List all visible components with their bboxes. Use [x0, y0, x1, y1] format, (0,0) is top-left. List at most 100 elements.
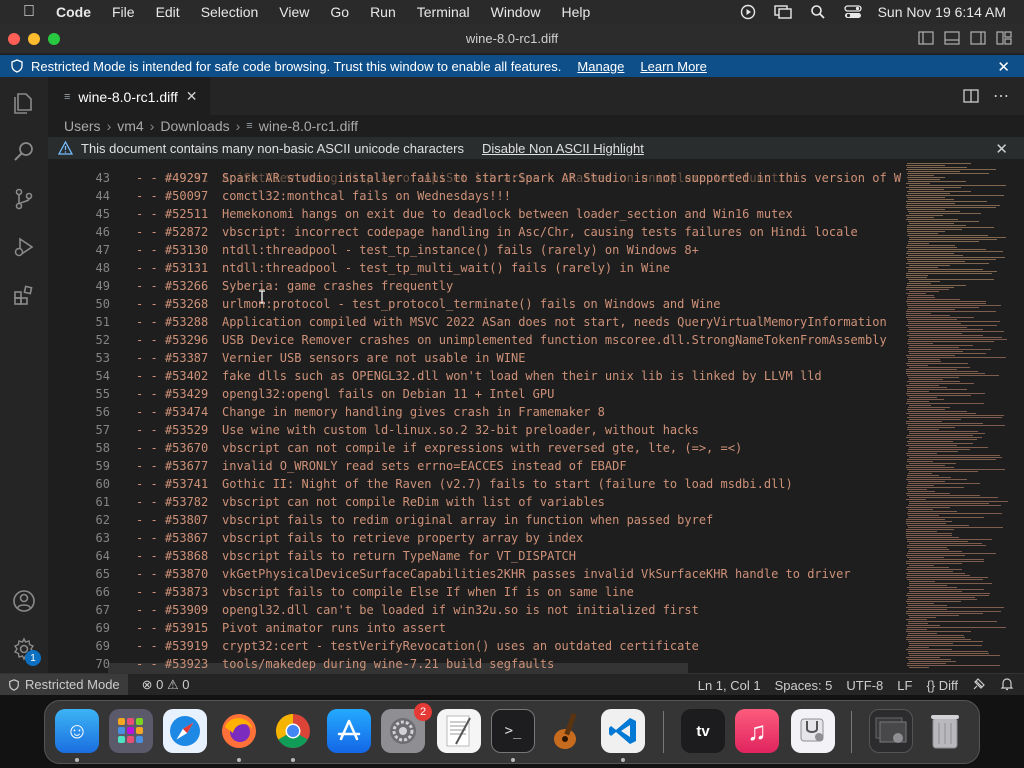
diff-line[interactable]: 50 - - #53268 urlmon:protocol - test_proto… [48, 295, 904, 313]
extensions-icon[interactable] [12, 283, 36, 307]
diff-line[interactable]: 46 - - #52872 vbscript: incorrect codepage… [48, 223, 904, 241]
diff-line[interactable]: 63 - - #53867 vbscript fails to retrieve p… [48, 529, 904, 547]
diff-line[interactable]: 59 - - #53677 invalid O_WRONLY read sets e… [48, 457, 904, 475]
breadcrumb-vm4[interactable]: vm4 [117, 118, 143, 134]
eol-status[interactable]: LF [897, 678, 912, 693]
diff-line[interactable]: 48 - - #53131 ntdll:threadpool - test_tp_m… [48, 259, 904, 277]
menu-view[interactable]: View [279, 4, 309, 20]
diff-line[interactable]: 58 - - #53670 vbscript can not compile if … [48, 439, 904, 457]
customize-layout-icon[interactable] [996, 31, 1014, 47]
diff-line[interactable]: 65 - - #53870 vkGetPhysicalDeviceSurfaceCa… [48, 565, 904, 583]
language-mode-status[interactable]: {} Diff [926, 678, 958, 693]
minimap[interactable] [904, 159, 1010, 673]
diff-line[interactable]: 61 - - #53782 vbscript can not compile ReD… [48, 493, 904, 511]
breadcrumb-downloads[interactable]: Downloads [160, 118, 229, 134]
breadcrumb-file[interactable]: wine-8.0-rc1.diff [259, 118, 358, 134]
diff-line[interactable]: 49 - - #53266 Syberia: game crashes freque… [48, 277, 904, 295]
music-icon[interactable]: ♫ [735, 709, 779, 753]
cursor-position[interactable]: Ln 1, Col 1 [698, 678, 761, 693]
toggle-panel-icon[interactable] [944, 31, 962, 47]
firefox-icon[interactable] [217, 709, 261, 753]
menu-selection[interactable]: Selection [201, 4, 259, 20]
diff-line[interactable]: 44 - - #50097 comctl32:monthcal fails on W… [48, 187, 904, 205]
close-tab-icon[interactable]: ✕ [186, 88, 198, 105]
menu-edit[interactable]: Edit [156, 4, 180, 20]
menu-help[interactable]: Help [561, 4, 590, 20]
finder-icon[interactable]: ☺ [55, 709, 99, 753]
problems-status[interactable]: ⊗ 0 ⚠ 0 [142, 677, 190, 693]
editor-text-area[interactable]: - - #49231 ApiSetView wrong display of Ap… [48, 159, 904, 673]
trash-icon[interactable] [923, 709, 967, 753]
tab-wine-diff[interactable]: ≡ wine-8.0-rc1.diff ✕ [48, 77, 210, 115]
minimap-line [907, 309, 955, 310]
launchpad-icon[interactable] [109, 709, 153, 753]
minimap-line [906, 487, 964, 488]
diff-line[interactable]: 52 - - #53296 USB Device Remover crashes o… [48, 331, 904, 349]
split-editor-icon[interactable] [962, 88, 980, 104]
diff-line[interactable]: 60 - - #53741 Gothic II: Night of the Rave… [48, 475, 904, 493]
play-circle-icon[interactable] [739, 4, 757, 20]
zoom-window-button[interactable] [48, 33, 60, 45]
menu-terminal[interactable]: Terminal [417, 4, 470, 20]
spotlight-search-icon[interactable] [809, 4, 827, 20]
diff-line[interactable]: 53 - - #53387 Vernier USB sensors are not … [48, 349, 904, 367]
garageband-icon[interactable] [545, 709, 589, 753]
apple-icon[interactable]:  [18, 3, 40, 21]
textedit-icon[interactable] [437, 709, 481, 753]
encoding-status[interactable]: UTF-8 [846, 678, 883, 693]
diff-line[interactable]: 54 - - #53402 fake dlls such as OPENGL32.d… [48, 367, 904, 385]
feedback-icon[interactable] [972, 677, 986, 694]
chrome-icon[interactable] [271, 709, 315, 753]
run-debug-icon[interactable] [12, 235, 36, 259]
more-actions-icon[interactable]: ⋯ [992, 88, 1010, 105]
terminal-icon[interactable]: >_ [491, 709, 535, 753]
diff-line[interactable]: 45 - - #52511 Hemekonomi hangs on exit due… [48, 205, 904, 223]
menubar-clock[interactable]: Sun Nov 19 6:14 AM [878, 4, 1006, 20]
explorer-icon[interactable] [12, 91, 36, 115]
breadcrumb-users[interactable]: Users [64, 118, 101, 134]
screen-mirroring-icon[interactable] [773, 4, 792, 20]
menu-run[interactable]: Run [370, 4, 396, 20]
diff-line[interactable]: 47 - - #53130 ntdll:threadpool - test_tp_i… [48, 241, 904, 259]
menu-app[interactable]: Code [56, 4, 91, 20]
diff-line[interactable]: 56 - - #53474 Change in memory handling gi… [48, 403, 904, 421]
vscode-icon[interactable] [601, 709, 645, 753]
control-center-icon[interactable] [843, 4, 862, 20]
minimap-line [908, 307, 979, 308]
diff-line[interactable]: 69 - - #53915 Pivot animator runs into ass… [48, 619, 904, 637]
minimize-window-button[interactable] [28, 33, 40, 45]
diff-line[interactable]: 69 - - #53919 crypt32:cert - testVerifyRev… [48, 637, 904, 655]
accounts-icon[interactable] [12, 589, 36, 613]
diff-line[interactable]: 67 - - #53909 opengl32.dll can't be loaded… [48, 601, 904, 619]
notifications-bell-icon[interactable] [1000, 677, 1014, 694]
close-window-button[interactable] [8, 33, 20, 45]
diff-line[interactable]: 57 - - #53529 Use wine with custom ld-linu… [48, 421, 904, 439]
apple-tv-icon[interactable]: tv [681, 709, 725, 753]
close-warning-icon[interactable]: ✕ [995, 140, 1008, 158]
diff-line[interactable]: 70 - - #53923 tools/makedep during wine-7.… [48, 655, 904, 673]
diff-line[interactable]: 43 - - #49297 Spark AR studio installer fa… [48, 169, 904, 187]
source-control-icon[interactable] [12, 187, 36, 211]
close-banner-icon[interactable]: ✕ [997, 58, 1010, 76]
diff-line[interactable]: 55 - - #53429 opengl32:opengl fails on Deb… [48, 385, 904, 403]
toggle-secondary-sidebar-icon[interactable] [970, 31, 988, 47]
app-store-icon[interactable] [327, 709, 371, 753]
toggle-primary-sidebar-icon[interactable] [918, 31, 936, 47]
indentation-status[interactable]: Spaces: 5 [775, 678, 833, 693]
learn-more-link[interactable]: Learn More [640, 59, 706, 74]
menu-window[interactable]: Window [491, 4, 541, 20]
menu-file[interactable]: File [112, 4, 135, 20]
disable-non-ascii-link[interactable]: Disable Non ASCII Highlight [482, 141, 644, 156]
diff-line[interactable]: 62 - - #53807 vbscript fails to redim orig… [48, 511, 904, 529]
search-icon[interactable] [12, 139, 36, 163]
diff-line[interactable]: 64 - - #53868 vbscript fails to return Typ… [48, 547, 904, 565]
vertical-scrollbar[interactable] [1010, 159, 1024, 673]
menu-go[interactable]: Go [330, 4, 349, 20]
system-information-icon[interactable] [791, 709, 835, 753]
diff-line[interactable]: 51 - - #53288 Application compiled with MS… [48, 313, 904, 331]
downloads-stack-icon[interactable] [869, 709, 913, 753]
manage-link[interactable]: Manage [577, 59, 624, 74]
diff-line[interactable]: 66 - - #53873 vbscript fails to compile El… [48, 583, 904, 601]
restricted-mode-status[interactable]: Restricted Mode [0, 673, 128, 696]
safari-icon[interactable] [163, 709, 207, 753]
